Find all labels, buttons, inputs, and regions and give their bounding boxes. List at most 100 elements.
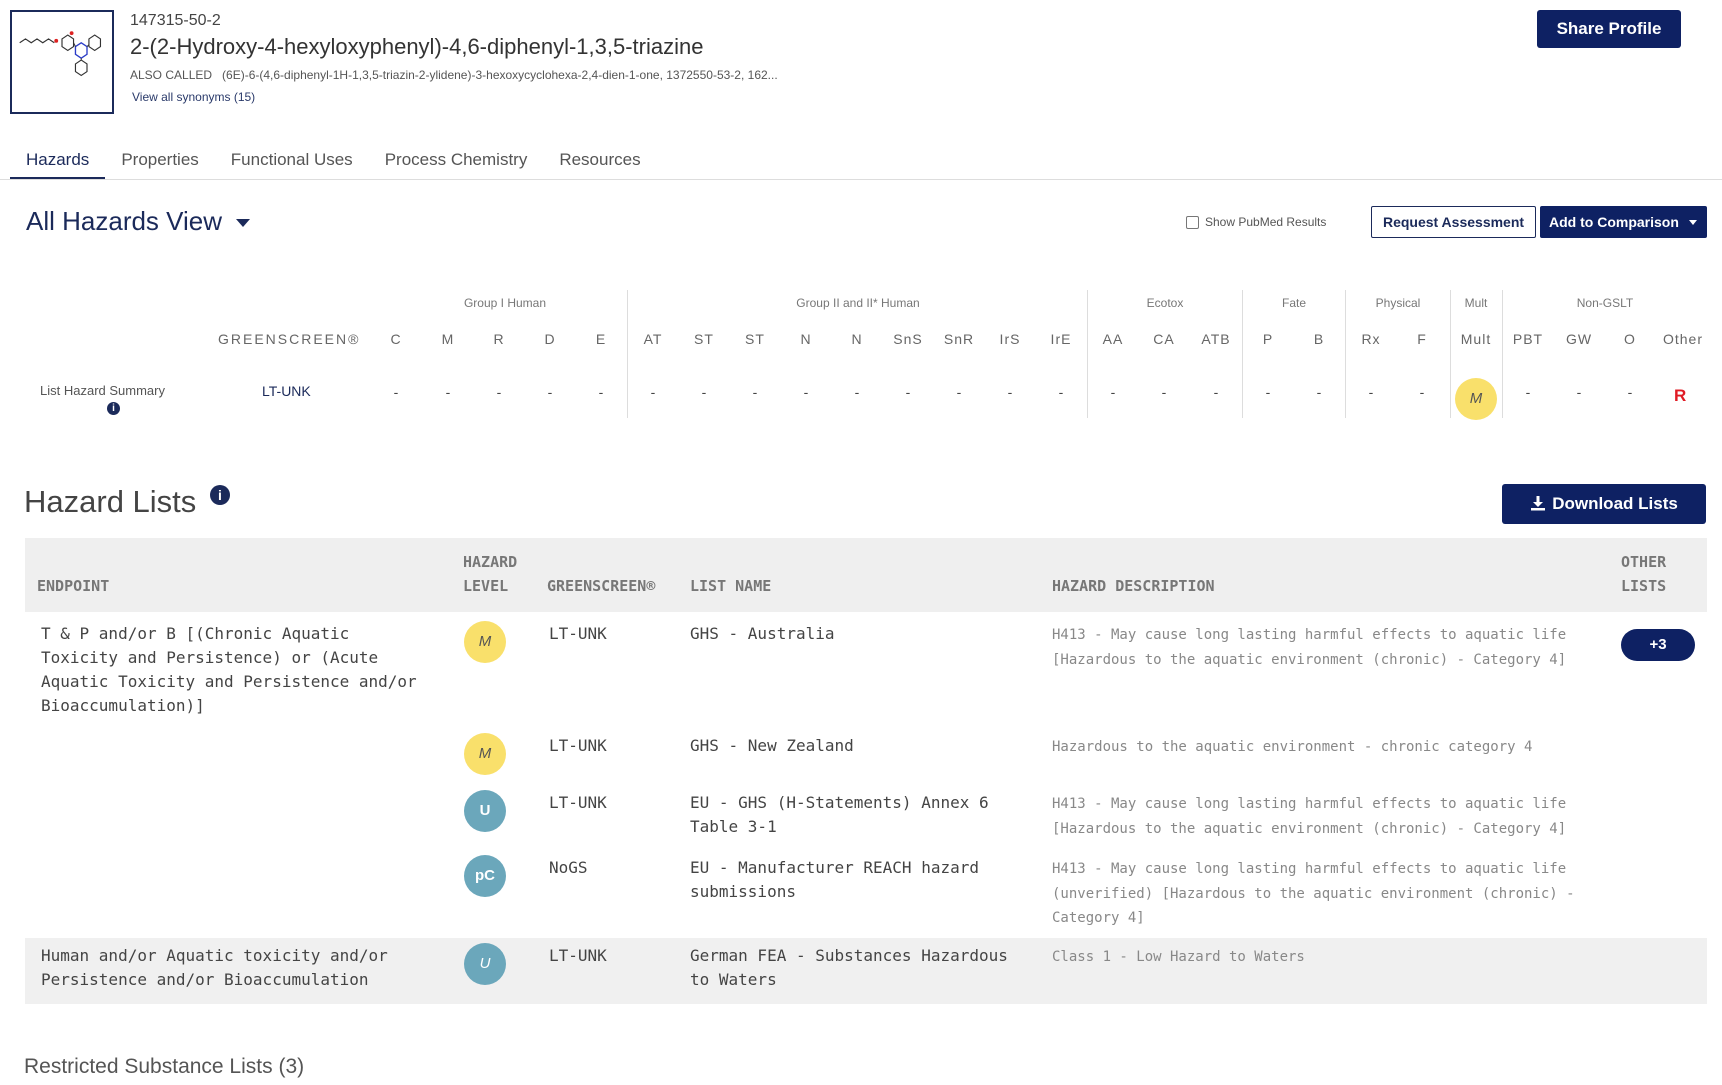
other-lists-header-line1: OTHER <box>1621 553 1667 571</box>
hazard-description-text: H413 - May cause long lasting harmful ef… <box>1052 861 1567 877</box>
greenscreen-value: LT-UNK <box>549 793 607 812</box>
also-called-value: (6E)-6-(4,6-diphenyl-1H-1,3,5-triazin-2-… <box>222 68 778 82</box>
pubmed-checkbox[interactable] <box>1186 215 1199 229</box>
tab-process-chemistry[interactable]: Process Chemistry <box>369 140 544 180</box>
hazard-column-header: R <box>493 331 505 347</box>
hazard-cell-empty: - <box>905 384 911 400</box>
hazard-column-header: Other <box>1662 331 1704 347</box>
tab-divider <box>0 179 1722 180</box>
list-name-text: EU - Manufacturer REACH hazard <box>690 858 979 877</box>
add-to-comparison-label: Add to Comparison <box>1549 214 1679 230</box>
hazard-column-header: GW <box>1565 331 1593 347</box>
hazard-cell-empty: - <box>854 384 860 400</box>
view-synonyms-link[interactable]: View all synonyms (15) <box>132 90 255 104</box>
tab-hazards[interactable]: Hazards <box>10 140 106 180</box>
structure-thumbnail[interactable] <box>10 10 114 114</box>
hazard-column-header: IrS <box>999 331 1021 347</box>
pubmed-toggle[interactable]: Show PubMed Results <box>1186 215 1326 229</box>
info-icon[interactable]: i <box>107 402 120 415</box>
hazard-column-header: O <box>1624 331 1636 347</box>
hazard-cell-empty: - <box>547 384 553 400</box>
summary-greenscreen-value: LT-UNK <box>262 383 311 399</box>
group-header: Physical <box>1375 296 1421 310</box>
hazard-description-header: HAZARD DESCRIPTION <box>1052 577 1215 595</box>
hazard-level-badge[interactable]: M <box>464 733 506 775</box>
hazard-column-header: AT <box>643 331 663 347</box>
hazard-lists-title: Hazard Lists <box>24 484 197 519</box>
group-divider <box>1502 290 1503 418</box>
download-icon <box>1531 496 1546 511</box>
hazard-cell-empty: - <box>445 384 451 400</box>
group-header: Non-GSLT <box>1576 296 1634 310</box>
endpoint-header: ENDPOINT <box>37 577 110 595</box>
list-name-text: submissions <box>690 882 796 901</box>
endpoint-text: Toxicity and Persistence) or (Acute <box>41 648 379 667</box>
list-name-text: EU - GHS (H-Statements) Annex 6 <box>690 793 989 812</box>
hazard-column-header: SnR <box>943 331 975 347</box>
info-icon[interactable]: i <box>210 485 230 505</box>
pubmed-label: Show PubMed Results <box>1205 215 1327 229</box>
endpoint-text: T & P and/or B [(Chronic Aquatic <box>41 624 350 643</box>
download-lists-label: Download Lists <box>1552 494 1678 513</box>
hazard-column-header: N <box>800 331 812 347</box>
hazard-cell-empty: - <box>1316 384 1322 400</box>
other-flag[interactable]: R <box>1674 386 1686 406</box>
caret-down-icon <box>1689 220 1697 225</box>
other-lists-header-line2: LISTS <box>1621 577 1667 595</box>
tab-properties[interactable]: Properties <box>105 140 214 180</box>
hazard-column-header: SnS <box>893 331 923 347</box>
substance-header: 147315-50-2 2-(2-Hydroxy-4-hexyloxypheny… <box>10 10 1710 114</box>
view-title-label: All Hazards View <box>26 206 223 236</box>
download-lists-button[interactable]: Download Lists <box>1502 484 1706 524</box>
cas-number: 147315-50-2 <box>130 12 221 29</box>
hazard-description-text: [Hazardous to the aquatic environment (c… <box>1052 820 1567 837</box>
hazard-cell-empty: - <box>1161 384 1167 400</box>
hazard-description-text: Category 4] <box>1052 910 1145 926</box>
molecule-structure-image <box>19 31 102 77</box>
hazard-description-text: H413 - May cause long lasting harmful ef… <box>1052 796 1567 812</box>
tab-resources[interactable]: Resources <box>543 140 656 180</box>
hazard-column-header: AA <box>1102 331 1124 347</box>
request-assessment-button[interactable]: Request Assessment <box>1371 206 1536 238</box>
hazard-description-text: [Hazardous to the aquatic environment (c… <box>1052 651 1567 668</box>
group-header: Fate <box>1281 296 1307 310</box>
share-profile-button[interactable]: Share Profile <box>1537 10 1681 48</box>
list-name-text: German FEA - Substances Hazardous <box>690 946 1008 965</box>
greenscreen-value: LT-UNK <box>549 624 607 643</box>
group-header: Group II and II* Human <box>796 296 920 310</box>
hazard-column-header: B <box>1313 331 1325 347</box>
mult-level-badge[interactable]: M <box>1455 378 1497 420</box>
hazards-view-dropdown[interactable]: All Hazards View <box>26 206 251 237</box>
hazard-column-header: D <box>544 331 556 347</box>
group-divider <box>1242 290 1243 418</box>
tab-functional-uses[interactable]: Functional Uses <box>215 140 369 180</box>
hazard-level-badge[interactable]: M <box>464 621 506 663</box>
hazard-description-text: Hazardous to the aquatic environment - c… <box>1052 739 1533 755</box>
hazard-cell-empty: - <box>1213 384 1219 400</box>
hazard-cell-empty: - <box>1525 384 1531 400</box>
hazard-cell-empty: - <box>956 384 962 400</box>
list-name-text: GHS - Australia <box>690 624 835 643</box>
other-lists-button[interactable]: +3 <box>1621 629 1695 661</box>
add-to-comparison-button[interactable]: Add to Comparison <box>1540 206 1707 238</box>
hazard-column-header: C <box>390 331 402 347</box>
group-divider <box>1345 290 1346 418</box>
hazard-column-header: PBT <box>1512 331 1544 347</box>
hazard-level-badge[interactable]: pC <box>464 855 506 897</box>
hazard-column-header: M <box>441 331 455 347</box>
hazard-level-badge[interactable]: U <box>464 943 506 985</box>
hazard-cell-empty: - <box>1110 384 1116 400</box>
greenscreen-value: NoGS <box>549 858 588 877</box>
hazard-cell-empty: - <box>650 384 656 400</box>
hazard-cell-empty: - <box>752 384 758 400</box>
hazard-level-badge[interactable]: U <box>464 790 506 832</box>
hazard-column-header: ATB <box>1201 331 1231 347</box>
list-hazard-summary-label: List Hazard Summary <box>40 383 165 398</box>
greenscreen-value: LT-UNK <box>549 946 607 965</box>
greenscreen-value: LT-UNK <box>549 736 607 755</box>
hazard-column-header: IrE <box>1050 331 1072 347</box>
caret-down-icon <box>236 218 251 227</box>
restricted-substance-lists-link[interactable]: Restricted Substance Lists (3) <box>24 1055 304 1079</box>
hazard-level-header-line2: LEVEL <box>463 577 509 595</box>
hazard-cell-empty: - <box>1576 384 1582 400</box>
